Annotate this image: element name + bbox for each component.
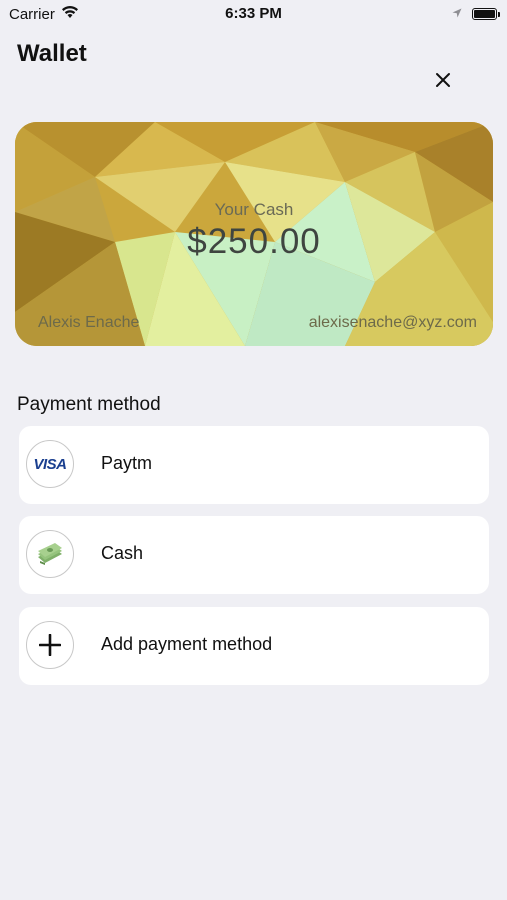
battery-icon [472,7,500,20]
page-title: Wallet [17,40,87,67]
payment-method-cash[interactable]: Cash [19,516,489,594]
payment-method-label: Add payment method [101,634,273,654]
card-cash-label: Your Cash [214,200,294,219]
status-time: 6:33 PM [225,5,282,22]
card-holder-name: Alexis Enache [38,314,140,331]
cash-icon [26,530,74,578]
location-arrow-icon [452,5,462,22]
close-icon [435,72,451,93]
visa-icon: VISA [26,440,74,488]
status-bar: Carrier 6:33 PM [0,0,507,28]
payment-method-heading: Payment method [17,394,161,415]
plus-icon [26,621,74,669]
visa-logo-text: VISA [33,455,67,473]
card-cash-amount: $250.00 [187,222,321,261]
status-right [452,5,500,22]
wallet-card: Your Cash $250.00 Alexis Enache alexisen… [15,122,493,346]
add-payment-method-button[interactable]: Add payment method [19,607,489,685]
close-button[interactable] [428,68,458,96]
card-holder-email: alexisenache@xyz.com [308,314,477,331]
payment-method-label: Paytm [101,453,153,473]
payment-method-label: Cash [101,543,144,563]
payment-method-paytm[interactable]: VISA Paytm [19,426,489,504]
